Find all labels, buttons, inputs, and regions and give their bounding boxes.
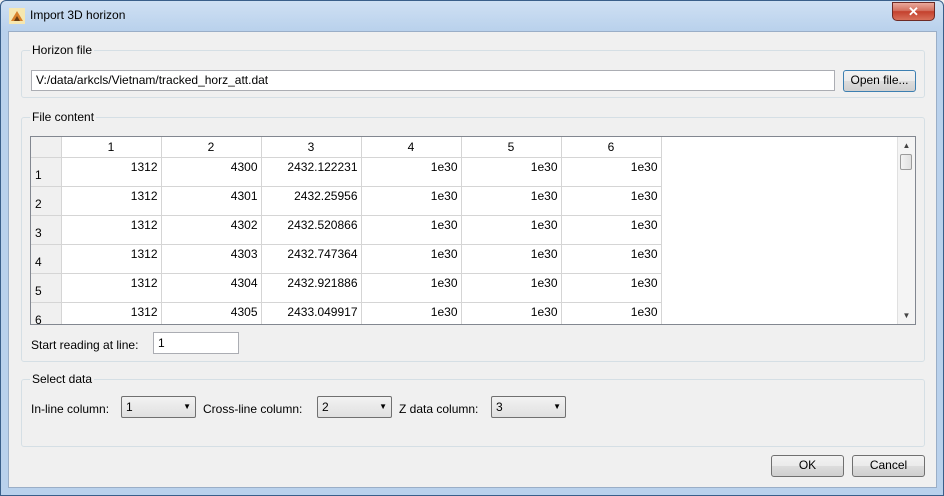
table-cell[interactable]: 4300: [161, 157, 262, 187]
scroll-up-icon[interactable]: ▲: [898, 137, 915, 154]
cancel-button[interactable]: Cancel: [852, 455, 925, 477]
file-path-input[interactable]: V:/data/arkcls/Vietnam/tracked_horz_att.…: [31, 70, 835, 91]
ok-button[interactable]: OK: [771, 455, 844, 477]
table-cell[interactable]: 1e30: [361, 186, 462, 216]
crossline-column-label: Cross-line column:: [203, 402, 303, 416]
row-header[interactable]: 3: [31, 215, 62, 245]
start-line-label: Start reading at line:: [31, 338, 139, 352]
file-content-table[interactable]: 1 2 3 4 5 6 1 1312 4300 2432.122231 1e30 1e30…: [30, 136, 916, 325]
table-cell[interactable]: 1e30: [561, 157, 662, 187]
group-label: File content: [30, 110, 97, 124]
table-cell[interactable]: 1e30: [461, 273, 562, 303]
table-cell[interactable]: 1e30: [461, 157, 562, 187]
header-row: 1 2 3 4 5 6: [31, 137, 662, 158]
column-header[interactable]: 4: [361, 137, 462, 158]
table-cell[interactable]: 1e30: [361, 157, 462, 187]
column-header[interactable]: 2: [161, 137, 262, 158]
chevron-down-icon: ▼: [379, 402, 387, 411]
table-cell[interactable]: 1e30: [461, 302, 562, 324]
table-cell[interactable]: 1e30: [361, 215, 462, 245]
table-row: 1 1312 4300 2432.122231 1e30 1e30 1e30: [31, 157, 662, 187]
app-icon: [9, 8, 25, 24]
row-header[interactable]: 2: [31, 186, 62, 216]
column-header[interactable]: 3: [261, 137, 362, 158]
table-cell[interactable]: 1e30: [561, 215, 662, 245]
table-cell[interactable]: 2432.520866: [261, 215, 362, 245]
table-cell[interactable]: 1e30: [561, 273, 662, 303]
z-column-label: Z data column:: [399, 402, 479, 416]
dialog-body: Horizon file V:/data/arkcls/Vietnam/trac…: [8, 31, 937, 488]
corner-cell[interactable]: [31, 137, 62, 158]
scroll-down-icon[interactable]: ▼: [898, 307, 915, 324]
table-cell[interactable]: 1312: [61, 244, 162, 274]
table-row: 5 1312 4304 2432.921886 1e30 1e30 1e30: [31, 273, 662, 303]
table-cell[interactable]: 1312: [61, 186, 162, 216]
table-cell[interactable]: 1312: [61, 215, 162, 245]
window-title: Import 3D horizon: [30, 8, 126, 22]
table-cell[interactable]: 1e30: [561, 244, 662, 274]
close-icon: ✕: [908, 4, 919, 19]
row-header[interactable]: 4: [31, 244, 62, 274]
table-row: 4 1312 4303 2432.747364 1e30 1e30 1e30: [31, 244, 662, 274]
table-row: 3 1312 4302 2432.520866 1e30 1e30 1e30: [31, 215, 662, 245]
group-label: Select data: [30, 372, 95, 386]
column-header[interactable]: 1: [61, 137, 162, 158]
table-row: 2 1312 4301 2432.25956 1e30 1e30 1e30: [31, 186, 662, 216]
table-cell[interactable]: 2432.25956: [261, 186, 362, 216]
table-cell[interactable]: 1312: [61, 302, 162, 324]
chevron-down-icon: ▼: [553, 402, 561, 411]
table-cell[interactable]: 1e30: [361, 302, 462, 324]
table-cell[interactable]: 4301: [161, 186, 262, 216]
vertical-scrollbar[interactable]: ▲ ▼: [897, 137, 915, 324]
table-cell[interactable]: 2432.122231: [261, 157, 362, 187]
group-label: Horizon file: [30, 43, 95, 57]
table-cell[interactable]: 1e30: [461, 244, 562, 274]
import-dialog: Import 3D horizon ✕ Horizon file V:/data…: [0, 0, 944, 496]
close-button[interactable]: ✕: [892, 2, 935, 21]
table-cell[interactable]: 4303: [161, 244, 262, 274]
inline-column-label: In-line column:: [31, 402, 110, 416]
table-cell[interactable]: 1312: [61, 157, 162, 187]
table-cell[interactable]: 2432.747364: [261, 244, 362, 274]
column-header[interactable]: 5: [461, 137, 562, 158]
row-header[interactable]: 6: [31, 302, 62, 324]
inline-column-value: 1: [126, 400, 133, 414]
z-column-select[interactable]: 3 ▼: [491, 396, 566, 418]
table-cell[interactable]: 2432.921886: [261, 273, 362, 303]
table-row: 6 1312 4305 2433.049917 1e30 1e30 1e30: [31, 302, 662, 324]
z-column-value: 3: [496, 400, 503, 414]
open-file-button[interactable]: Open file...: [843, 70, 916, 92]
chevron-down-icon: ▼: [183, 402, 191, 411]
table-cell[interactable]: 4302: [161, 215, 262, 245]
crossline-column-value: 2: [322, 400, 329, 414]
table-cell[interactable]: 1e30: [561, 186, 662, 216]
table-cell[interactable]: 1e30: [461, 215, 562, 245]
scroll-thumb[interactable]: [900, 154, 912, 170]
crossline-column-select[interactable]: 2 ▼: [317, 396, 392, 418]
column-header[interactable]: 6: [561, 137, 662, 158]
table-cell[interactable]: 1312: [61, 273, 162, 303]
inline-column-select[interactable]: 1 ▼: [121, 396, 196, 418]
table-cell[interactable]: 2433.049917: [261, 302, 362, 324]
row-header[interactable]: 1: [31, 157, 62, 187]
table-cell[interactable]: 1e30: [461, 186, 562, 216]
data-grid: 1 2 3 4 5 6 1 1312 4300 2432.122231 1e30 1e30…: [31, 137, 662, 324]
table-cell[interactable]: 4305: [161, 302, 262, 324]
row-header[interactable]: 5: [31, 273, 62, 303]
table-cell[interactable]: 4304: [161, 273, 262, 303]
table-cell[interactable]: 1e30: [361, 244, 462, 274]
start-line-input[interactable]: 1: [153, 332, 239, 354]
table-cell[interactable]: 1e30: [361, 273, 462, 303]
title-bar: Import 3D horizon ✕: [1, 1, 943, 29]
table-cell[interactable]: 1e30: [561, 302, 662, 324]
